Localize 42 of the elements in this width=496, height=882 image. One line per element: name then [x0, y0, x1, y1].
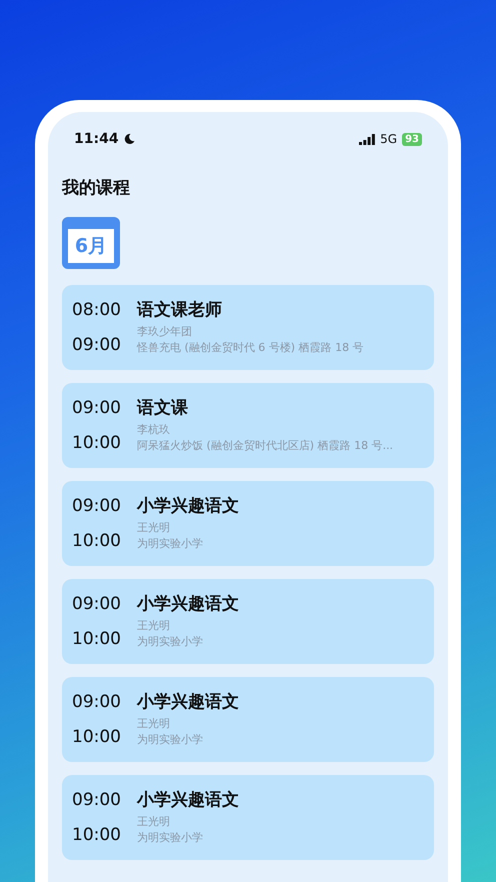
start-time: 09:00 — [72, 692, 121, 712]
teacher-name: 李杭玖 — [137, 422, 171, 438]
teacher-name: 王光明 — [137, 814, 171, 830]
battery-level: 93 — [402, 132, 422, 146]
start-time: 09:00 — [72, 496, 121, 516]
course-card[interactable]: 09:00 10:00 语文课 李杭玖 阿呆猛火炒饭 (融创金贸时代北区店) 栖霞路 18 号... — [62, 383, 434, 468]
course-name: 小学兴趣语文 — [137, 789, 239, 811]
start-time: 08:00 — [72, 300, 121, 320]
teacher-name: 王光明 — [137, 618, 171, 634]
start-time: 09:00 — [72, 790, 121, 810]
network-label: 5G — [380, 132, 398, 146]
course-location: 为明实验小学 — [137, 732, 204, 748]
start-time: 09:00 — [72, 594, 121, 614]
status-time: 11:44 — [74, 131, 119, 147]
end-time: 10:00 — [72, 531, 121, 551]
end-time: 10:00 — [72, 825, 121, 845]
signal-icon — [359, 134, 376, 144]
course-location: 为明实验小学 — [137, 830, 204, 846]
page-title: 我的课程 — [62, 177, 131, 199]
course-location: 怪兽充电 (融创金贸时代 6 号楼) 栖霞路 18 号 — [137, 340, 364, 356]
teacher-name: 李玖少年团 — [137, 324, 193, 340]
course-name: 语文课老师 — [137, 299, 223, 321]
moon-icon — [124, 133, 135, 145]
teacher-name: 王光明 — [137, 520, 171, 536]
course-location: 阿呆猛火炒饭 (融创金贸时代北区店) 栖霞路 18 号... — [137, 438, 394, 454]
course-card[interactable]: 09:00 10:00 小学兴趣语文 王光明 为明实验小学 — [62, 677, 434, 762]
end-time: 10:00 — [72, 727, 121, 747]
end-time: 09:00 — [72, 335, 121, 355]
end-time: 10:00 — [72, 433, 121, 453]
course-name: 小学兴趣语文 — [137, 593, 239, 615]
course-card[interactable]: 08:00 09:00 语文课老师 李玖少年团 怪兽充电 (融创金贸时代 6 号楼) 栖霞路 18 号 — [62, 285, 434, 370]
course-location: 为明实验小学 — [137, 536, 204, 552]
teacher-name: 王光明 — [137, 716, 171, 732]
start-time: 09:00 — [72, 398, 121, 418]
end-time: 10:00 — [72, 629, 121, 649]
course-card[interactable]: 09:00 10:00 小学兴趣语文 王光明 为明实验小学 — [62, 579, 434, 664]
course-name: 语文课 — [137, 397, 189, 419]
course-card[interactable]: 09:00 10:00 小学兴趣语文 王光明 为明实验小学 — [62, 775, 434, 860]
course-card[interactable]: 09:00 10:00 小学兴趣语文 王光明 为明实验小学 — [62, 481, 434, 566]
course-location: 为明实验小学 — [137, 634, 204, 650]
course-name: 小学兴趣语文 — [137, 691, 239, 713]
course-name: 小学兴趣语文 — [137, 495, 239, 517]
